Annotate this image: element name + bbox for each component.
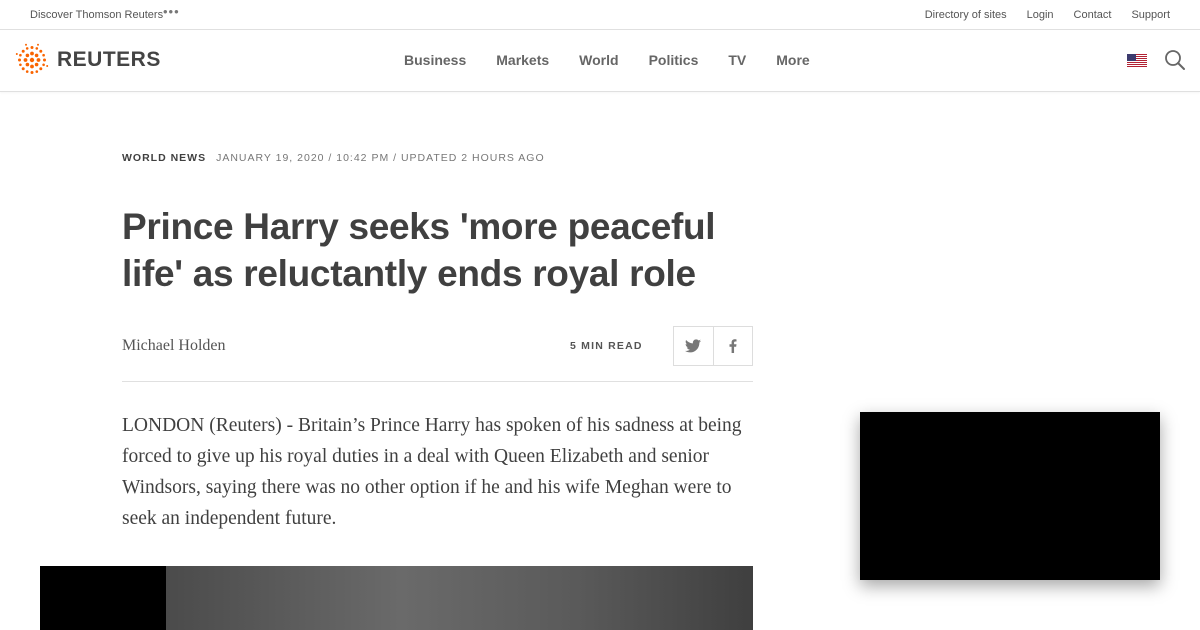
video-player[interactable]	[860, 412, 1160, 580]
share-buttons	[673, 326, 753, 366]
facebook-share-button[interactable]	[712, 327, 752, 365]
article-lede: LONDON (Reuters) - Britain’s Prince Harr…	[122, 415, 742, 529]
utility-bar: Discover Thomson Reuters ••• Directory o…	[0, 0, 1200, 30]
nav-more[interactable]: More	[776, 52, 809, 68]
nav-markets[interactable]: Markets	[496, 52, 549, 68]
logo-text: REUTERS	[57, 48, 161, 71]
photo-black-panel	[40, 566, 166, 630]
main-nav: Business Markets World Politics TV More	[404, 52, 810, 68]
main-header: REUTERS Business Markets World Politics …	[0, 30, 1200, 92]
twitter-share-button[interactable]	[674, 327, 713, 365]
article-date: JANUARY 19, 2020 / 10:42 PM / UPDATED 2 …	[216, 152, 545, 164]
article-headline: Prince Harry seeks 'more peaceful life' …	[122, 206, 716, 294]
nav-world[interactable]: World	[579, 52, 618, 68]
section-label[interactable]: WORLD NEWS	[122, 152, 206, 164]
reuters-logo[interactable]: REUTERS	[15, 43, 161, 77]
twitter-icon	[685, 339, 702, 353]
nav-business[interactable]: Business	[404, 52, 466, 68]
discover-thomson-reuters-link[interactable]: Discover Thomson Reuters	[30, 9, 163, 21]
author-name[interactable]: Michael Holden	[122, 337, 226, 355]
byline-row: Michael Holden 5 MIN READ	[122, 326, 753, 382]
search-icon[interactable]	[1164, 49, 1186, 71]
us-flag-icon[interactable]	[1127, 54, 1147, 67]
reuters-logo-icon	[15, 43, 49, 74]
facebook-icon	[729, 339, 737, 353]
article-meta: WORLD NEWS JANUARY 19, 2020 / 10:42 PM /…	[122, 152, 545, 164]
photo-image	[166, 566, 753, 630]
utility-links: Directory of sites Login Contact Support	[925, 9, 1170, 21]
read-time: 5 MIN READ	[570, 340, 643, 352]
support-link[interactable]: Support	[1131, 9, 1170, 21]
nav-politics[interactable]: Politics	[649, 52, 699, 68]
nav-tv[interactable]: TV	[728, 52, 746, 68]
more-apps-button[interactable]: •••	[163, 4, 180, 19]
article-photo[interactable]	[40, 566, 753, 630]
contact-link[interactable]: Contact	[1074, 9, 1112, 21]
login-link[interactable]: Login	[1027, 9, 1054, 21]
directory-of-sites-link[interactable]: Directory of sites	[925, 9, 1007, 21]
